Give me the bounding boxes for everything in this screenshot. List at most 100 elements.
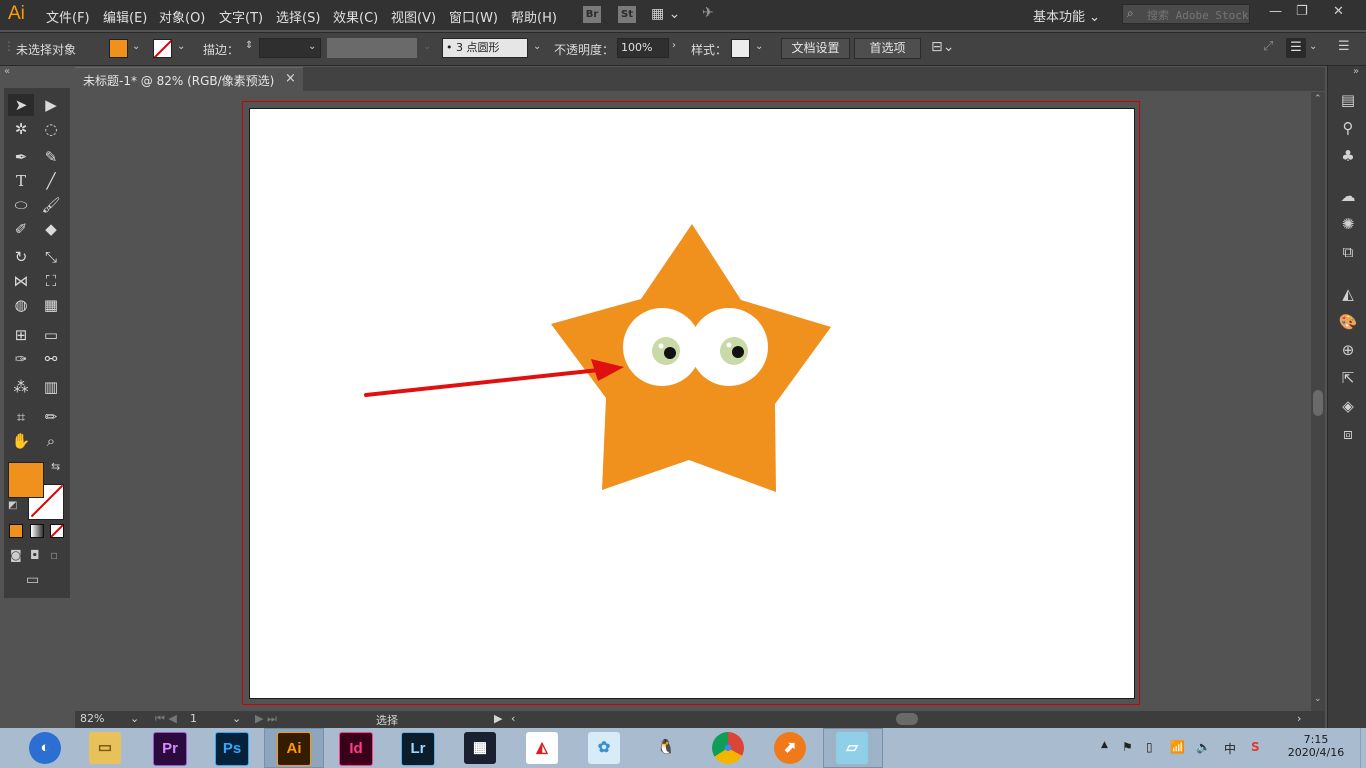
menu-object[interactable]: 对象(O) [159, 7, 205, 26]
document-setup-button[interactable]: 文档设置 [781, 38, 850, 59]
libraries-icon[interactable]: ▤ [1338, 90, 1358, 110]
opacity-input[interactable]: 100% [617, 38, 669, 58]
notes-app-icon[interactable]: ▱ [836, 732, 868, 764]
chevron-right-icon[interactable]: › [672, 40, 676, 51]
curvature-tool-icon[interactable]: ✎ [38, 146, 64, 168]
paintbrush-tool-icon[interactable]: 🖌 [38, 194, 64, 216]
creative-cloud-icon[interactable]: ☁ [1338, 186, 1358, 206]
chevron-down-icon[interactable]: ⌄ [130, 712, 139, 725]
zoom-level[interactable]: 82% [80, 712, 104, 725]
sogou-ime-icon[interactable]: S [1251, 740, 1260, 754]
status-menu-icon[interactable]: ▶ [494, 712, 502, 725]
eyedropper-tool-icon[interactable]: ✑ [8, 348, 34, 370]
brush-definition[interactable]: • 3 点圆形 [442, 38, 528, 58]
flag-icon[interactable]: ⚑ [1122, 740, 1133, 754]
stock-search[interactable]: ⌕ [1122, 4, 1253, 24]
gradient-tool-icon[interactable]: ▭ [38, 324, 64, 346]
network-icon[interactable]: 📶 [1170, 740, 1185, 754]
photoshop-icon[interactable]: Ps [215, 732, 249, 766]
system-clock[interactable]: 7:15 2020/4/16 [1284, 733, 1348, 759]
workspace-switcher[interactable]: 基本功能 ⌄ [1033, 6, 1100, 25]
chevron-down-icon[interactable]: ⌄ [177, 41, 185, 52]
default-colors-icon[interactable]: ◩ [8, 500, 17, 511]
type-tool-icon[interactable]: T [8, 170, 34, 192]
variable-width-profile[interactable] [327, 38, 417, 58]
download-app-icon[interactable]: ⬈ [774, 732, 806, 764]
stock-search-input[interactable] [1145, 6, 1253, 24]
draw-inside-icon[interactable]: ▫ [50, 548, 58, 562]
rotate-tool-icon[interactable]: ↻ [8, 246, 34, 268]
image-trace-icon[interactable]: ⧉ [1338, 242, 1358, 262]
symbols-icon[interactable]: ♣ [1338, 146, 1358, 166]
show-desktop-button[interactable] [1360, 728, 1366, 768]
menu-help[interactable]: 帮助(H) [511, 7, 557, 26]
artboard-number[interactable]: 1 [190, 712, 197, 725]
stroke-label[interactable]: 描边： [203, 41, 239, 58]
magic-wand-tool-icon[interactable]: ✲ [8, 118, 34, 140]
blend-tool-icon[interactable]: ⚯ [38, 348, 64, 370]
chrome-icon[interactable]: ● [712, 732, 744, 764]
expand-panels-icon[interactable]: » [1353, 66, 1359, 77]
tray-expand-icon[interactable]: ▲ [1101, 740, 1108, 750]
menu-edit[interactable]: 编辑(E) [103, 7, 147, 26]
none-mode-icon[interactable] [50, 524, 64, 538]
gpu-performance-icon[interactable]: ✈ [702, 5, 714, 21]
first-artboard-icon[interactable]: ⏮ ◀ [155, 712, 177, 726]
perspective-grid-tool-icon[interactable]: ▦ [38, 294, 64, 316]
fill-swatch[interactable] [109, 39, 128, 58]
pen-tool-icon[interactable]: ✒ [8, 146, 34, 168]
illustrator-icon[interactable]: Ai [277, 732, 311, 766]
scale-tool-icon[interactable]: ⤡ [38, 246, 64, 268]
stock-icon[interactable]: St [618, 6, 636, 23]
panel-menu-icon[interactable]: ☰ [1338, 39, 1350, 54]
layers-icon[interactable]: ◈ [1338, 396, 1358, 416]
horizontal-scroll-thumb[interactable] [896, 713, 918, 725]
chat-app-icon[interactable]: ✿ [588, 732, 620, 764]
stroke-swatch[interactable] [153, 39, 172, 58]
eraser-tool-icon[interactable]: ◆ [38, 218, 64, 240]
appearance-icon[interactable]: ✺ [1338, 214, 1358, 234]
zoom-tool-icon[interactable]: ⌕ [38, 430, 64, 452]
shaper-tool-icon[interactable]: ✐ [8, 218, 34, 240]
browser-icon[interactable]: ◐ [29, 732, 61, 764]
scroll-down-icon[interactable]: ⌄ [1314, 694, 1322, 704]
column-graph-tool-icon[interactable]: ▥ [38, 376, 64, 398]
chevron-down-icon[interactable]: ⌄ [132, 41, 140, 52]
opacity-label[interactable]: 不透明度： [554, 41, 614, 58]
lightroom-icon[interactable]: Lr [401, 732, 435, 766]
width-tool-icon[interactable]: ⋈ [8, 270, 34, 292]
ime-indicator[interactable]: 中 [1224, 740, 1236, 757]
file-explorer-icon[interactable]: ▭ [89, 732, 121, 764]
color-guide-icon[interactable]: ⊕ [1338, 340, 1358, 360]
scroll-right-icon[interactable]: › [1297, 712, 1301, 725]
chevron-down-icon[interactable]: ⌄ [533, 41, 541, 52]
bridge-icon[interactable]: Br [583, 6, 601, 23]
video-player-icon[interactable]: ▦ [464, 732, 496, 764]
stepper-icon[interactable]: ⇕ [245, 40, 253, 51]
document-tab[interactable]: 未标题-1* @ 82% (RGB/像素预选) × [75, 67, 303, 92]
qq-icon[interactable]: 🐧 [650, 732, 682, 764]
shape-builder-tool-icon[interactable]: ◍ [8, 294, 34, 316]
transparency-icon[interactable]: ◭ [1338, 284, 1358, 304]
battery-icon[interactable]: ▯ [1146, 740, 1153, 754]
collapse-panel-icon[interactable]: « [4, 66, 10, 77]
gradient-mode-icon[interactable] [30, 524, 44, 538]
color-icon[interactable]: 🎨 [1338, 312, 1358, 332]
swap-colors-icon[interactable]: ⇆ [51, 460, 60, 473]
free-transform-tool-icon[interactable]: ⛶ [38, 270, 64, 292]
line-tool-icon[interactable]: ╱ [38, 170, 64, 192]
menu-effect[interactable]: 效果(C) [333, 7, 378, 26]
chevron-down-icon[interactable]: ⌄ [1309, 41, 1317, 52]
align-options-icon[interactable]: ⊟⌄ [931, 39, 954, 55]
draw-behind-icon[interactable]: ◘ [30, 548, 40, 562]
fill-color-box[interactable] [8, 462, 44, 498]
hand-tool-icon[interactable]: ✋ [8, 430, 34, 452]
menu-select[interactable]: 选择(S) [276, 7, 320, 26]
restore-icon[interactable]: ❐ [1296, 4, 1308, 19]
volume-icon[interactable]: 🔈 [1196, 740, 1211, 754]
media-app-icon[interactable]: ◭ [526, 732, 558, 764]
lasso-tool-icon[interactable]: ◌ [38, 118, 64, 140]
scroll-left-icon[interactable]: ‹ [511, 712, 515, 725]
artboards-icon[interactable]: ⧈ [1338, 424, 1358, 444]
chevron-down-icon[interactable]: ⌄ [232, 712, 241, 725]
